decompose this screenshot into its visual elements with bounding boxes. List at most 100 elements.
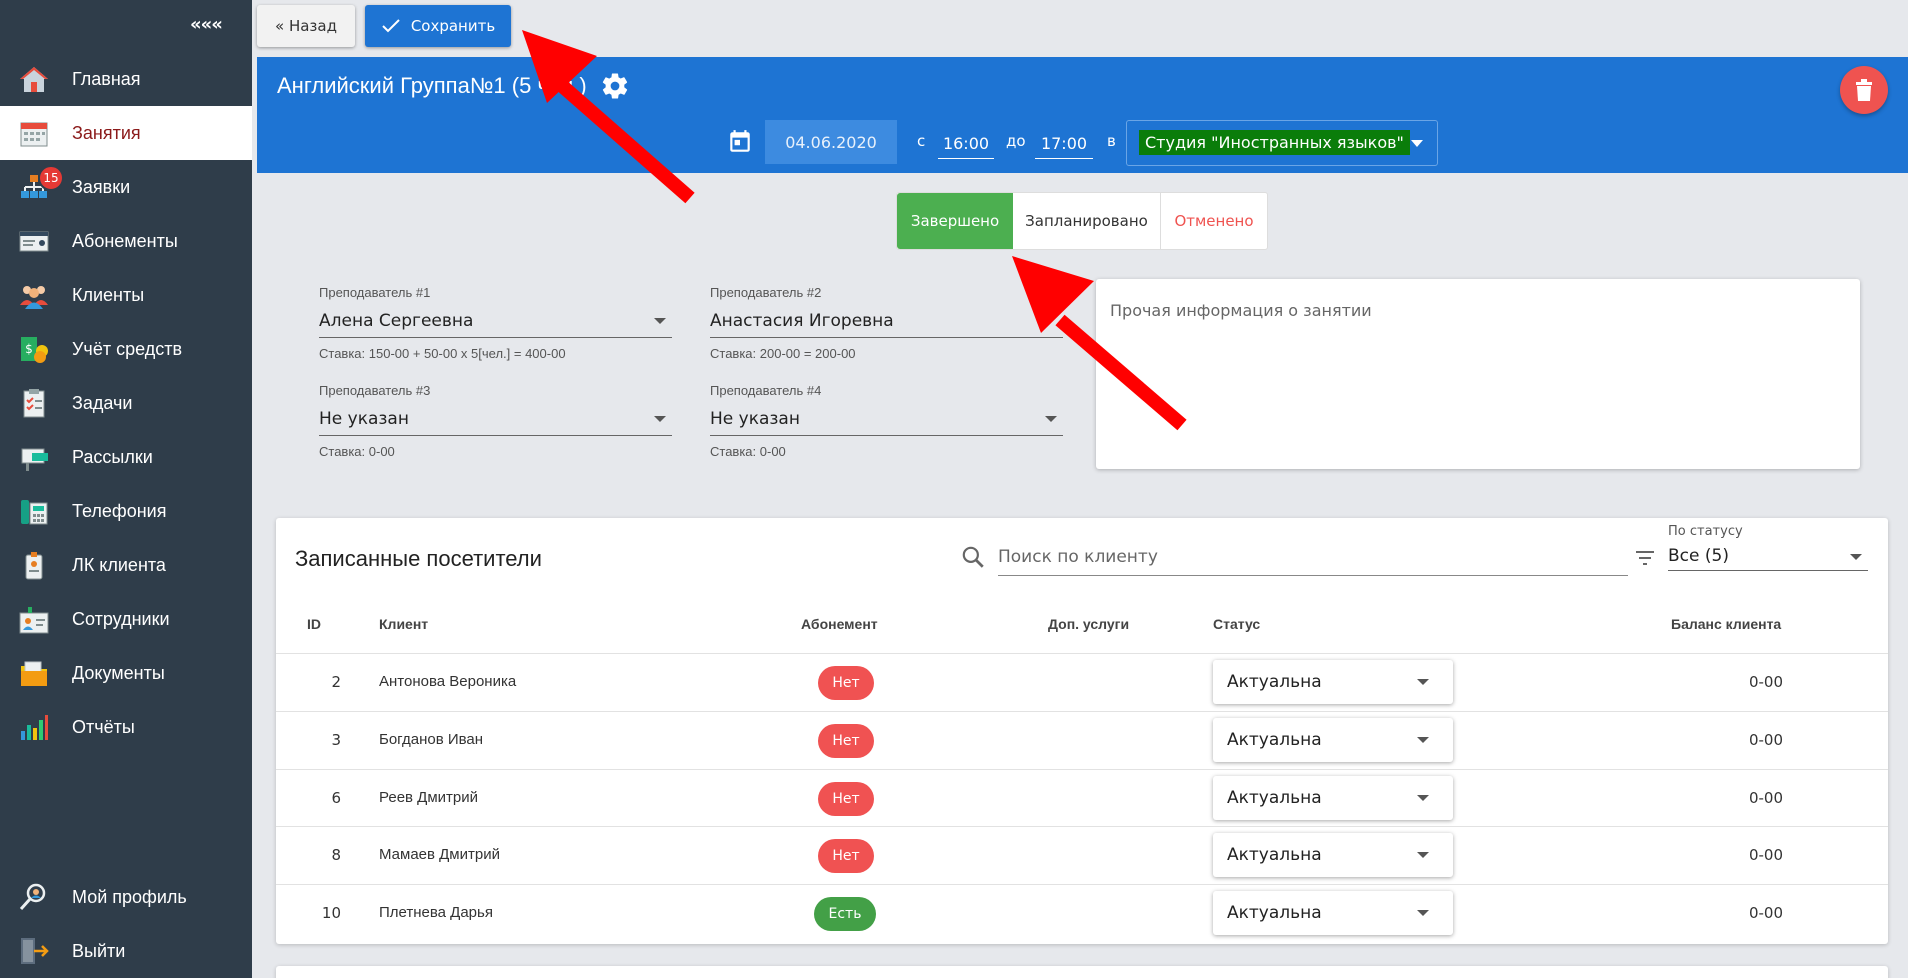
tasks-icon [23, 389, 45, 418]
teacher-2-field: Преподаватель #2 Анастасия Игоревна Став… [710, 285, 1063, 361]
sidebar-collapse-button[interactable]: ««« [190, 14, 223, 35]
reports-icon [21, 715, 48, 740]
row-client-name[interactable]: Плетнева Дарья [379, 904, 493, 921]
calendar-icon[interactable] [727, 129, 753, 155]
sidebar-item-label: Клиенты [72, 284, 145, 305]
sidebar-item-tasks[interactable]: Задачи [0, 376, 252, 430]
requests-count-badge: 15 [38, 165, 64, 191]
filter-icon[interactable] [1632, 546, 1658, 570]
logout-icon [21, 938, 49, 964]
visitor-status-value: Актуальна [1227, 845, 1322, 865]
lesson-notes-textarea[interactable]: Прочая информация о занятии [1096, 279, 1860, 469]
sidebar-item-reports[interactable]: Отчёты [0, 700, 252, 754]
status-filter-select[interactable]: Все (5) [1668, 541, 1868, 571]
subscription-badge[interactable]: Есть [814, 897, 876, 931]
status-planned-button[interactable]: Запланировано [1013, 193, 1161, 249]
sidebar-item-requests[interactable]: 15 Заявки [0, 160, 252, 214]
teacher-1-rate: Ставка: 150-00 + 50-00 x 5[чел.] = 400-0… [319, 346, 566, 361]
sidebar-item-documents[interactable]: Документы [0, 646, 252, 700]
column-header-id: ID [307, 616, 321, 632]
subscription-badge[interactable]: Нет [818, 724, 874, 758]
sidebar: ««« Главная Занятия 15 Заявки Абонементы… [0, 0, 252, 978]
time-from-input[interactable]: 16:00 [938, 129, 994, 159]
sidebar-item-label: Мой профиль [72, 886, 187, 907]
status-cancelled-button[interactable]: Отменено [1161, 193, 1267, 249]
table-row: 10 Плетнева Дарья Есть Актуальна 0-00 [276, 884, 1888, 942]
status-filter-label: По статусу [1668, 524, 1743, 539]
sidebar-item-subscriptions[interactable]: Абонементы [0, 214, 252, 268]
row-id: 8 [331, 846, 341, 864]
gear-icon[interactable] [600, 71, 630, 101]
sidebar-item-label: Абонементы [72, 230, 178, 251]
status-done-button[interactable]: Завершено [897, 193, 1013, 249]
save-button[interactable]: Сохранить [365, 5, 511, 47]
column-header-client: Клиент [379, 616, 429, 632]
teacher-2-select[interactable]: Анастасия Игоревна [710, 304, 1063, 338]
back-button[interactable]: « Назад [257, 5, 355, 47]
visitor-status-select[interactable]: Актуальна [1213, 718, 1453, 762]
visitor-status-select[interactable]: Актуальна [1213, 660, 1453, 704]
client-search-input[interactable]: Поиск по клиенту [998, 538, 1628, 576]
subscription-badge[interactable]: Нет [818, 839, 874, 873]
visitor-status-value: Актуальна [1227, 788, 1322, 808]
teacher-2-value: Анастасия Игоревна [710, 310, 894, 331]
teacher-3-select[interactable]: Не указан [319, 402, 672, 436]
sidebar-item-label: Рассылки [72, 446, 153, 467]
sidebar-item-lessons[interactable]: Занятия [0, 106, 252, 160]
sidebar-item-label: Выйти [72, 940, 126, 961]
teacher-4-label: Преподаватель #4 [710, 383, 822, 398]
row-client-name[interactable]: Мамаев Дмитрий [379, 846, 500, 863]
chevron-down-icon [654, 318, 666, 324]
chevron-down-icon [1417, 852, 1429, 858]
column-header-status: Статус [1213, 616, 1261, 632]
room-in-label: в [1107, 132, 1116, 150]
table-row: 8 Мамаев Дмитрий Нет Актуальна 0-00 [276, 826, 1888, 884]
table-row: 6 Реев Дмитрий Нет Актуальна 0-00 [276, 769, 1888, 827]
delete-lesson-button[interactable] [1840, 66, 1888, 114]
row-client-name[interactable]: Богданов Иван [379, 731, 483, 748]
visitor-status-select[interactable]: Актуальна [1213, 833, 1453, 877]
lesson-date-input[interactable]: 04.06.2020 [765, 120, 897, 164]
row-client-name[interactable]: Реев Дмитрий [379, 789, 478, 806]
sidebar-item-client-account[interactable]: ЛК клиента [0, 538, 252, 592]
sidebar-item-label: Сотрудники [72, 608, 170, 629]
visitors-card: Записанные посетители Поиск по клиенту П… [276, 518, 1888, 944]
client-account-icon [25, 552, 43, 580]
teacher-4-select[interactable]: Не указан [710, 402, 1063, 436]
chevron-down-icon [1417, 737, 1429, 743]
staff-icon [19, 607, 49, 634]
visitor-status-select[interactable]: Актуальна [1213, 891, 1453, 935]
subscription-badge[interactable]: Нет [818, 782, 874, 816]
lesson-status-toggle: Завершено Запланировано Отменено [896, 192, 1268, 250]
sidebar-item-label: Отчёты [72, 716, 135, 737]
sidebar-item-home[interactable]: Главная [0, 52, 252, 106]
room-value: Студия "Иностранных языков" [1139, 130, 1410, 155]
sidebar-item-profile[interactable]: Мой профиль [0, 870, 252, 924]
sidebar-item-clients[interactable]: Клиенты [0, 268, 252, 322]
sidebar-item-staff[interactable]: Сотрудники [0, 592, 252, 646]
sidebar-item-logout[interactable]: Выйти [0, 924, 252, 978]
sidebar-item-mailings[interactable]: Рассылки [0, 430, 252, 484]
teacher-1-select[interactable]: Алена Сергеевна [319, 304, 672, 338]
visitor-status-value: Актуальна [1227, 903, 1322, 923]
column-header-subscription: Абонемент [801, 616, 878, 632]
visitor-status-value: Актуальна [1227, 730, 1322, 750]
teacher-3-value: Не указан [319, 408, 409, 429]
teacher-1-label: Преподаватель #1 [319, 285, 431, 300]
visitor-status-select[interactable]: Актуальна [1213, 776, 1453, 820]
room-select[interactable]: Студия "Иностранных языков" [1126, 120, 1438, 166]
sidebar-item-finance[interactable]: $ Учёт средств [0, 322, 252, 376]
teacher-4-value: Не указан [710, 408, 800, 429]
row-client-name[interactable]: Антонова Вероника [379, 673, 516, 690]
time-from-label: с [917, 132, 926, 150]
chevron-down-icon [1850, 554, 1862, 560]
svg-text:$: $ [25, 342, 33, 356]
subscription-card-icon [19, 231, 49, 252]
time-to-input[interactable]: 17:00 [1035, 129, 1093, 159]
column-header-balance: Баланс клиента [1671, 616, 1782, 632]
teacher-3-field: Преподаватель #3 Не указан Ставка: 0-00 [319, 383, 672, 459]
subscription-badge[interactable]: Нет [818, 666, 874, 700]
row-balance: 0-00 [1748, 731, 1784, 749]
lesson-header: Английский Группа№1 (5 чел.) 04.06.2020 … [257, 57, 1908, 173]
sidebar-item-telephony[interactable]: Телефония [0, 484, 252, 538]
